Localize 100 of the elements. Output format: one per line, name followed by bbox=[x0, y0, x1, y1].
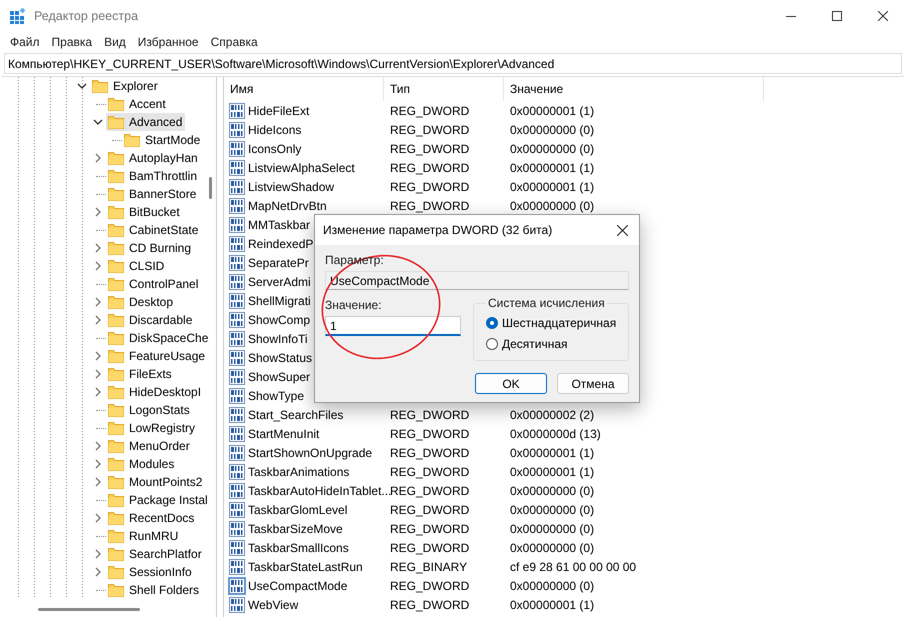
table-cell: ShowType bbox=[248, 388, 304, 402]
table-cell: 0x00000000 (0) bbox=[510, 484, 594, 498]
table-cell: TaskbarGlomLevel bbox=[248, 502, 348, 516]
scrollbar-thumb[interactable] bbox=[38, 608, 140, 611]
tree-item[interactable]: Explorer bbox=[90, 77, 161, 95]
table-cell: 0x00000000 (0) bbox=[510, 142, 594, 156]
column-header[interactable]: Значение bbox=[504, 77, 764, 101]
folder-icon bbox=[108, 421, 124, 435]
radio-button[interactable] bbox=[486, 316, 498, 328]
menu-item[interactable]: Правка bbox=[46, 35, 98, 49]
value-field[interactable]: 1 bbox=[325, 316, 461, 336]
scrollbar-thumb[interactable] bbox=[209, 177, 212, 199]
table-cell: TaskbarStateLastRun bbox=[248, 560, 363, 574]
column-header[interactable]: Имя bbox=[224, 77, 384, 101]
folder-icon bbox=[124, 133, 140, 147]
table-cell: REG_DWORD bbox=[390, 198, 470, 212]
tree-item[interactable]: BitBucket bbox=[106, 203, 183, 221]
tree-item[interactable]: SessionInfo bbox=[106, 563, 195, 581]
cancel-button[interactable]: Отмена bbox=[557, 373, 629, 394]
menu-item[interactable]: Вид bbox=[98, 35, 132, 49]
table-cell: Start_SearchFiles bbox=[248, 408, 344, 422]
table-cell: REG_DWORD bbox=[390, 464, 470, 478]
folder-icon bbox=[108, 241, 124, 255]
tree-item[interactable]: Desktop bbox=[106, 293, 176, 311]
radio-label[interactable]: Десятичная bbox=[502, 336, 568, 350]
folder-icon bbox=[108, 115, 124, 129]
tree-item[interactable]: BamThrottlin bbox=[106, 167, 200, 185]
folder-icon bbox=[108, 151, 124, 165]
table-cell: 0x00000001 (1) bbox=[510, 464, 594, 478]
table-cell: REG_DWORD bbox=[390, 180, 470, 194]
table-cell: 0x00000000 (0) bbox=[510, 540, 594, 554]
radio-button[interactable] bbox=[486, 338, 498, 350]
table-cell: ListviewShadow bbox=[248, 180, 334, 194]
tree-item[interactable]: LowRegistry bbox=[106, 419, 198, 437]
menu-item[interactable]: Избранное bbox=[132, 35, 205, 49]
folder-icon bbox=[108, 457, 124, 471]
tree-item[interactable]: StartMode bbox=[122, 131, 204, 149]
table-cell: 0x00000001 (1) bbox=[510, 446, 594, 460]
tree-item[interactable]: BannerStore bbox=[106, 185, 200, 203]
table-cell: ShowSuper bbox=[248, 370, 310, 384]
menu-item[interactable]: Файл bbox=[4, 35, 46, 49]
folder-icon bbox=[108, 205, 124, 219]
tree-item[interactable]: Modules bbox=[106, 455, 178, 473]
tree-item[interactable]: MenuOrder bbox=[106, 437, 193, 455]
table-cell: 0x00000000 (0) bbox=[510, 578, 594, 592]
table-cell: TaskbarSmallIcons bbox=[248, 540, 349, 554]
tree-item[interactable]: MountPoints2 bbox=[106, 473, 206, 491]
tree-item[interactable]: AutoplayHan bbox=[106, 149, 201, 167]
tree-item[interactable]: LogonStats bbox=[106, 401, 193, 419]
table-cell: StartMenuInit bbox=[248, 426, 320, 440]
folder-icon bbox=[108, 529, 124, 543]
close-icon bbox=[616, 224, 628, 236]
table-cell: REG_DWORD bbox=[390, 522, 470, 536]
radio-label[interactable]: Шестнадцатеричная bbox=[502, 316, 616, 330]
tree-item[interactable]: FileExts bbox=[106, 365, 175, 383]
table-cell: ServerAdmi bbox=[248, 274, 311, 288]
dialog-title: Изменение параметра DWORD (32 бита) bbox=[323, 223, 554, 237]
folder-icon bbox=[108, 403, 124, 417]
address-field[interactable]: Компьютер\HKEY_CURRENT_USER\Software\Microsoft\Windows\CurrentVersion\Explorer\Advanced bbox=[4, 53, 902, 74]
menu-item[interactable]: Справка bbox=[204, 35, 264, 49]
table-cell: ShellMigrati bbox=[248, 294, 311, 308]
tree-item[interactable]: RecentDocs bbox=[106, 509, 198, 527]
folder-icon bbox=[108, 169, 124, 183]
table-cell: REG_DWORD bbox=[390, 446, 470, 460]
tree-item[interactable]: Shell Folders bbox=[106, 581, 202, 599]
tree-item[interactable]: SearchPlatfor bbox=[106, 545, 205, 563]
tree-item[interactable]: Accent bbox=[106, 95, 169, 113]
chevron-icon[interactable] bbox=[93, 119, 103, 125]
table-cell: 0x00000002 (2) bbox=[510, 408, 594, 422]
tree-item[interactable]: Package Instal bbox=[106, 491, 211, 509]
table-cell: 0x00000000 (0) bbox=[510, 198, 594, 212]
window-title: Редактор реестра bbox=[34, 9, 140, 23]
table-cell: MMTaskbar bbox=[248, 218, 310, 232]
table-cell: 0x00000000 (0) bbox=[510, 502, 594, 516]
table-cell: REG_BINARY bbox=[390, 560, 468, 574]
tree-item[interactable]: HideDesktopI bbox=[106, 383, 204, 401]
tree-item[interactable]: DiskSpaceChe bbox=[106, 329, 212, 347]
table-cell: TaskbarSizeMove bbox=[248, 522, 343, 536]
table-cell: ReindexedP bbox=[248, 236, 314, 250]
tree-item[interactable]: ControlPanel bbox=[106, 275, 202, 293]
tree-item[interactable]: Discardable bbox=[106, 311, 196, 329]
ok-button[interactable]: OK bbox=[475, 373, 547, 394]
tree-item[interactable]: CD Burning bbox=[106, 239, 194, 257]
folder-icon bbox=[108, 547, 124, 561]
chevron-icon[interactable] bbox=[77, 83, 87, 89]
folder-icon bbox=[108, 331, 124, 345]
column-header[interactable]: Тип bbox=[384, 77, 504, 101]
tree-item[interactable]: CLSID bbox=[106, 257, 168, 275]
folder-icon bbox=[108, 223, 124, 237]
tree-item[interactable]: FeatureUsage bbox=[106, 347, 208, 365]
table-cell: REG_DWORD bbox=[390, 160, 470, 174]
folder-icon bbox=[108, 565, 124, 579]
tree-item[interactable]: Advanced bbox=[106, 113, 186, 131]
tree-item[interactable]: RunMRU bbox=[106, 527, 182, 545]
folder-icon bbox=[108, 295, 124, 309]
table-cell: REG_DWORD bbox=[390, 540, 470, 554]
table-cell: 0x0000000d (13) bbox=[510, 426, 601, 440]
table-cell: REG_DWORD bbox=[390, 484, 470, 498]
folder-icon bbox=[108, 493, 124, 507]
tree-item[interactable]: CabinetState bbox=[106, 221, 202, 239]
